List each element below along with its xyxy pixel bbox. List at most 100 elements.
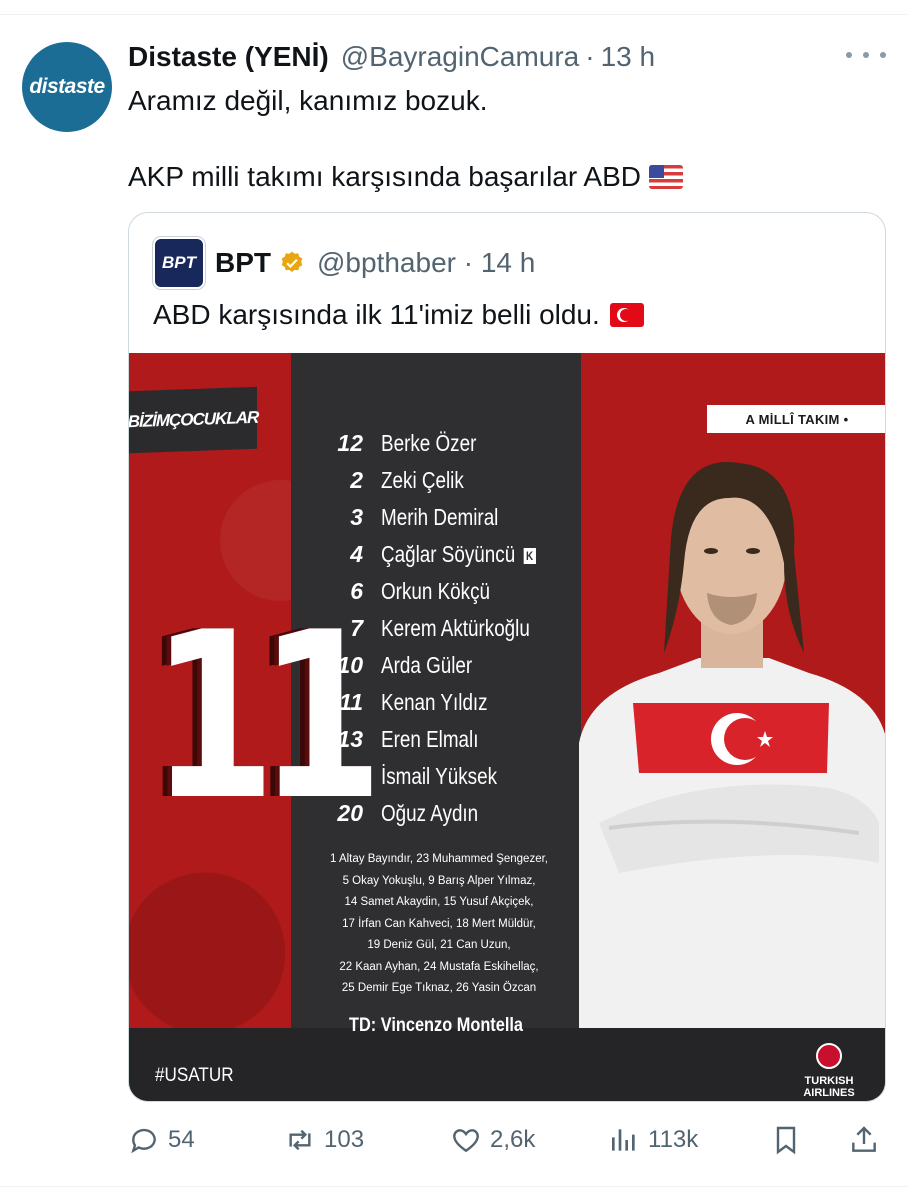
- poster-footer: [129, 1028, 885, 1101]
- repost-icon: [289, 1129, 311, 1151]
- starting-lineup-list: 12 Berke Özer 2 Zeki Çelik 3 Merih Demiral …: [325, 425, 585, 832]
- lineup-row: 16 İsmail Yüksek: [325, 758, 585, 795]
- turkish-airlines-logo: TURKISH AIRLINES: [789, 1043, 869, 1099]
- lineup-row: 11 Kenan Yıldız: [325, 684, 585, 721]
- tweet-line-1: Aramız değil, kanımız bozuk.: [128, 85, 488, 116]
- views-button[interactable]: 113k: [608, 1118, 698, 1162]
- tweet-text: Aramız değil, kanımız bozuk. AKP milli t…: [128, 82, 683, 196]
- subs-line: 25 Demir Ege Tıknaz, 26 Yasin Özcan: [341, 982, 537, 994]
- repost-count: 103: [324, 1126, 365, 1153]
- tweet-header: Distaste (YENİ) @BayraginCamura · 13 h: [128, 40, 655, 74]
- lineup-row: 2 Zeki Çelik: [325, 462, 585, 499]
- player-number: 6: [350, 578, 363, 604]
- turkish-airlines-bird-icon: [816, 1043, 842, 1069]
- player-number: 10: [337, 652, 363, 678]
- share-button[interactable]: [848, 1118, 888, 1162]
- subs-line: 19 Deniz Gül, 21 Can Uzun,: [367, 939, 511, 951]
- bottom-divider: [0, 1186, 908, 1187]
- reply-count: 54: [168, 1126, 195, 1153]
- subs-line: 5 Okay Yokuşlu, 9 Barış Alper Yılmaz,: [342, 874, 536, 887]
- quoted-author-handle: @bpthaber: [317, 247, 456, 278]
- author-handle[interactable]: @BayraginCamura: [341, 41, 580, 73]
- player-number: 11: [339, 689, 363, 715]
- player-number: 20: [337, 800, 363, 826]
- separator-dot: ·: [585, 41, 595, 72]
- player-number: 12: [337, 430, 363, 456]
- more-icon: [846, 52, 852, 58]
- lineup-row: 10 Arda Güler: [325, 647, 585, 684]
- quoted-author-name: BPT: [215, 247, 271, 278]
- quoted-timestamp: 14 h: [480, 247, 536, 278]
- airline-name-line2: AIRLINES: [803, 1087, 855, 1099]
- quoted-text: ABD karşısında ilk 11'imiz belli oldu.: [153, 299, 600, 330]
- player-photo: [579, 461, 885, 1028]
- verified-icon: [281, 251, 303, 272]
- player-number: 3: [350, 504, 363, 530]
- captain-badge: K: [523, 548, 536, 564]
- more-icon-dot: [880, 52, 886, 58]
- milli-takim-tag: A MİLLÎ TAKIM •: [707, 405, 885, 433]
- top-divider: [0, 14, 908, 15]
- lineup-row: 6 Orkun Kökçü: [325, 573, 585, 610]
- player-name: Arda Güler: [381, 652, 473, 678]
- lineup-row: 4 Çağlar Söyüncü K: [325, 536, 585, 573]
- player-number: 4: [350, 541, 363, 567]
- like-count: 2,6k: [490, 1126, 536, 1153]
- repost-button[interactable]: 103: [284, 1118, 364, 1162]
- lineup-row: 12 Berke Özer: [325, 425, 585, 462]
- tweet-line-2-text: AKP milli takımı karşısında başarılar AB…: [128, 161, 641, 192]
- player-number: 7: [350, 615, 363, 641]
- player-name: Zeki Çelik: [381, 467, 464, 493]
- poster-hashtag: #USATUR: [155, 1065, 234, 1086]
- share-icon: [852, 1126, 876, 1152]
- like-icon: [453, 1129, 479, 1153]
- quoted-author-avatar: BPT: [153, 237, 205, 289]
- player-name: Kenan Yıldız: [381, 689, 488, 715]
- views-icon: [612, 1129, 635, 1151]
- player-name: Eren Elmalı: [381, 726, 479, 752]
- us-flag-icon: [649, 165, 683, 189]
- coach-label: TD: Vincenzo Montella: [348, 1015, 524, 1036]
- subs-line: 14 Samet Akaydin, 15 Yusuf Akçiçek,: [344, 896, 534, 908]
- tweet-line-2: AKP milli takımı karşısında başarılar AB…: [128, 158, 683, 196]
- quoted-tweet-text: ABD karşısında ilk 11'imiz belli oldu.: [153, 299, 644, 331]
- lineup-row: 7 Kerem Aktürkoğlu: [325, 610, 585, 647]
- player-number: 2: [350, 467, 363, 493]
- separator-dot: ·: [455, 247, 481, 278]
- player-name-text: Çağlar Söyüncü: [381, 541, 516, 567]
- avatar-logo-text: distaste: [29, 75, 105, 98]
- like-button[interactable]: 2,6k: [450, 1118, 535, 1162]
- views-count: 113k: [648, 1126, 699, 1153]
- player-name: Berke Özer: [381, 430, 477, 456]
- airline-name-line1: TURKISH: [804, 1075, 854, 1087]
- author-avatar[interactable]: distaste: [22, 42, 112, 132]
- substitutes-list: 1 Altay Bayındır, 23 Muhammed Şengezer, …: [309, 849, 569, 1000]
- player-name: İsmail Yüksek: [381, 763, 498, 789]
- bizimcocuklar-logo: BİZİMÇOCUKLAR: [129, 386, 258, 454]
- player-name: Çağlar Söyüncü K: [381, 541, 536, 568]
- more-options-button[interactable]: [846, 40, 886, 70]
- lineup-poster-image[interactable]: BİZİMÇOCUKLAR 11 A MİLLÎ TAKIM • 12 Berke…: [129, 353, 885, 1101]
- bookmark-icon: [776, 1126, 796, 1155]
- bookmark-button[interactable]: [770, 1118, 810, 1162]
- player-name: Orkun Kökçü: [381, 578, 491, 604]
- lineup-row: 13 Eren Elmalı: [325, 721, 585, 758]
- subs-line: 22 Kaan Ayhan, 24 Mustafa Eskihellaç,: [339, 960, 539, 973]
- reply-icon: [131, 1128, 156, 1154]
- player-number: 13: [337, 726, 363, 752]
- player-name: Kerem Aktürkoğlu: [381, 615, 530, 641]
- author-name[interactable]: Distaste (YENİ): [128, 41, 329, 73]
- quoted-tweet[interactable]: BPT BPT @bpthaber · 14 h ABD karşısında …: [128, 212, 886, 1102]
- reply-button[interactable]: 54: [128, 1118, 195, 1162]
- subs-line: 1 Altay Bayındır, 23 Muhammed Şengezer,: [330, 853, 548, 865]
- lineup-row: 20 Oğuz Aydın: [325, 795, 585, 832]
- player-number: 16: [337, 763, 363, 789]
- turkey-flag-icon: [609, 303, 644, 327]
- quoted-tweet-header: BPT BPT @bpthaber · 14 h: [153, 237, 536, 289]
- more-icon-dot: [863, 52, 869, 58]
- tweet-actions-bar: 54 103 2,6k 113k: [128, 1118, 888, 1162]
- lineup-row: 3 Merih Demiral: [325, 499, 585, 536]
- tweet-timestamp[interactable]: 13 h: [601, 41, 656, 73]
- player-name: Merih Demiral: [381, 504, 499, 530]
- subs-line: 17 İrfan Can Kahveci, 18 Mert Müldür,: [342, 917, 536, 930]
